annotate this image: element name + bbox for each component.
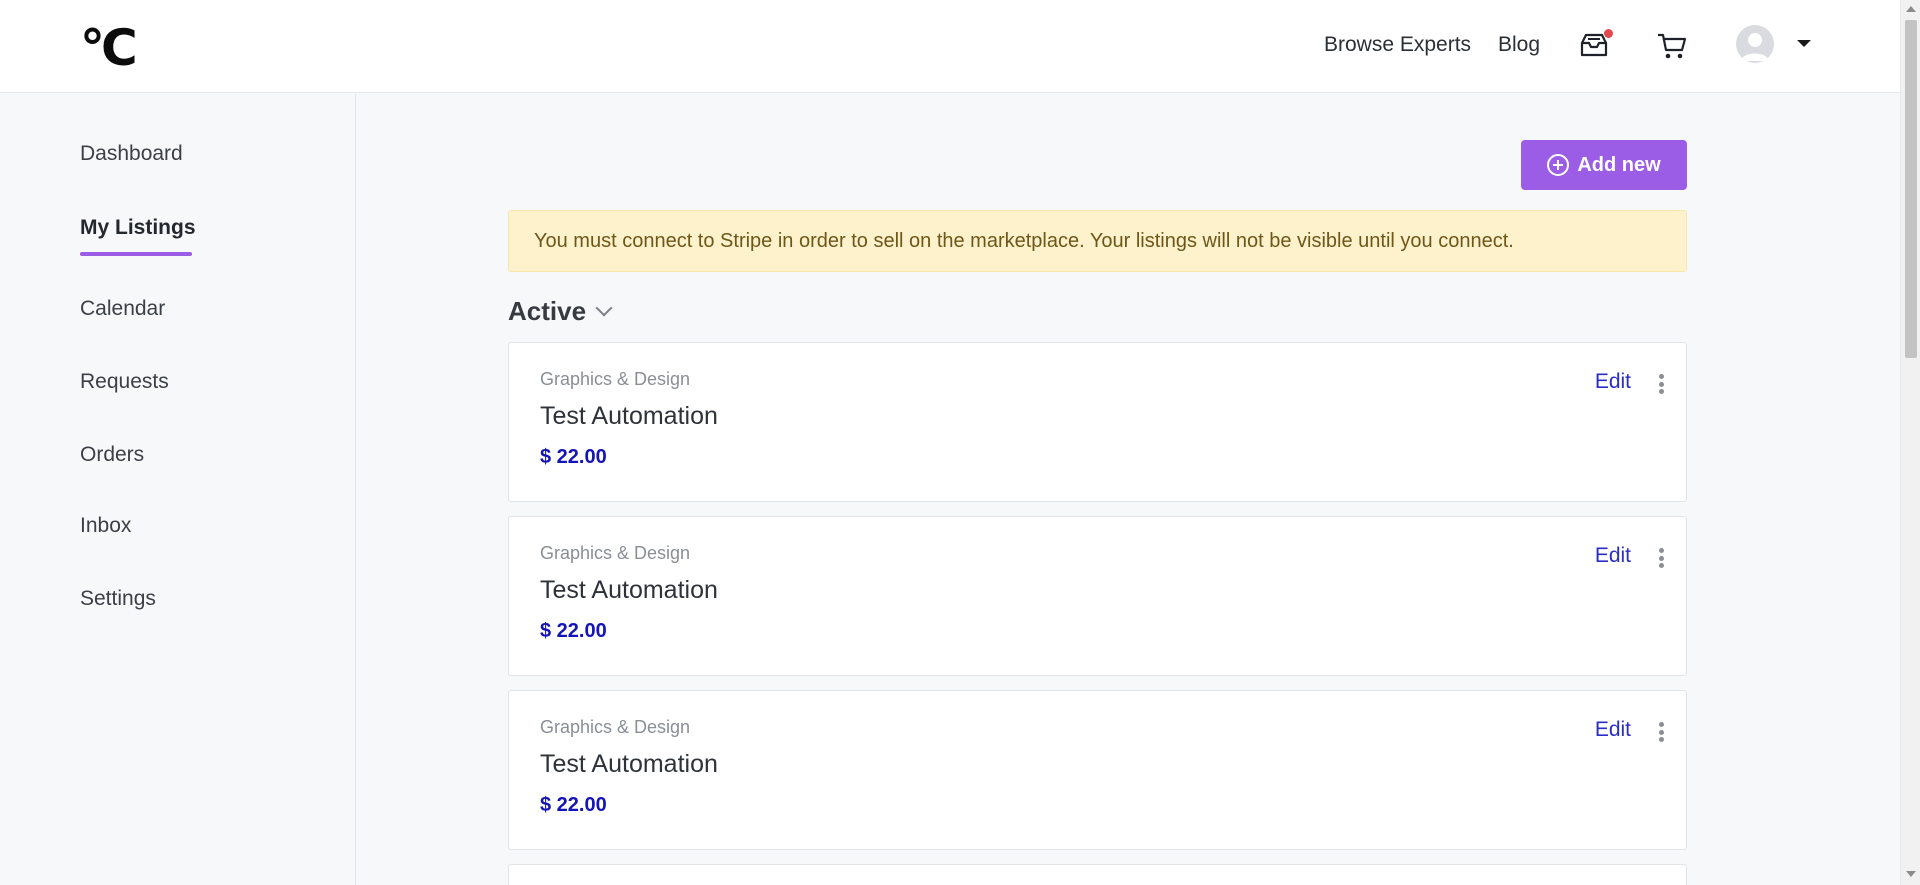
active-item-underline [80, 252, 192, 256]
listing-category: Graphics & Design [540, 543, 691, 563]
more-options-icon[interactable] [1658, 722, 1664, 742]
edit-button[interactable]: Edit [1595, 544, 1631, 568]
edit-button[interactable]: Edit [1595, 370, 1631, 394]
listing-card-partial [508, 864, 1687, 885]
chevron-down-icon [595, 299, 613, 317]
sidebar-item-inbox[interactable]: Inbox [80, 512, 131, 540]
plus-circle-icon [1547, 154, 1570, 176]
sidebar: Dashboard My Listings Calendar Requests … [0, 94, 356, 885]
sidebar-item-orders[interactable]: Orders [80, 441, 144, 469]
scrollbar-thumb[interactable] [1905, 20, 1917, 358]
active-section-toggle[interactable]: Active [508, 294, 613, 328]
nav-browse-experts[interactable]: Browse Experts [1324, 31, 1471, 59]
sidebar-item-settings[interactable]: Settings [80, 585, 156, 613]
listing-card: Graphics & Design Test Automation $ 22.0… [508, 342, 1687, 502]
inbox-tray-icon[interactable] [1578, 29, 1613, 58]
add-new-button[interactable]: Add new [1521, 140, 1687, 190]
add-new-label: Add new [1577, 153, 1661, 176]
listing-card: Graphics & Design Test Automation $ 22.0… [508, 690, 1687, 850]
listing-title[interactable]: Test Automation [540, 402, 718, 431]
avatar-icon[interactable] [1736, 25, 1774, 63]
stripe-warning-banner: You must connect to Stripe in order to s… [508, 210, 1687, 272]
more-options-icon[interactable] [1658, 374, 1664, 394]
scroll-up-arrow-icon[interactable] [1906, 6, 1916, 12]
more-options-icon[interactable] [1658, 548, 1664, 568]
listing-title[interactable]: Test Automation [540, 576, 718, 605]
banner-text: You must connect to Stripe in order to s… [534, 229, 1514, 252]
page-scrollbar[interactable] [1900, 0, 1920, 885]
logo[interactable]: °C [80, 22, 138, 74]
top-navigation-bar: °C Browse Experts Blog [0, 0, 1900, 93]
listing-card: Graphics & Design Test Automation $ 22.0… [508, 516, 1687, 676]
nav-blog[interactable]: Blog [1498, 31, 1540, 59]
listing-price: $ 22.00 [540, 794, 607, 816]
caret-down-icon[interactable] [1797, 40, 1811, 47]
sidebar-item-dashboard[interactable]: Dashboard [80, 140, 183, 168]
listing-title[interactable]: Test Automation [540, 750, 718, 779]
listing-category: Graphics & Design [540, 369, 691, 389]
cart-icon[interactable] [1657, 32, 1687, 60]
listing-category: Graphics & Design [540, 717, 691, 737]
section-title: Active [508, 296, 587, 326]
scroll-down-arrow-icon[interactable] [1906, 871, 1916, 877]
sidebar-item-requests[interactable]: Requests [80, 368, 169, 396]
notification-dot [1604, 29, 1613, 38]
listing-price: $ 22.00 [540, 446, 607, 468]
listing-price: $ 22.00 [540, 620, 607, 642]
sidebar-item-my-listings[interactable]: My Listings [80, 214, 196, 242]
sidebar-item-calendar[interactable]: Calendar [80, 295, 165, 323]
edit-button[interactable]: Edit [1595, 718, 1631, 742]
